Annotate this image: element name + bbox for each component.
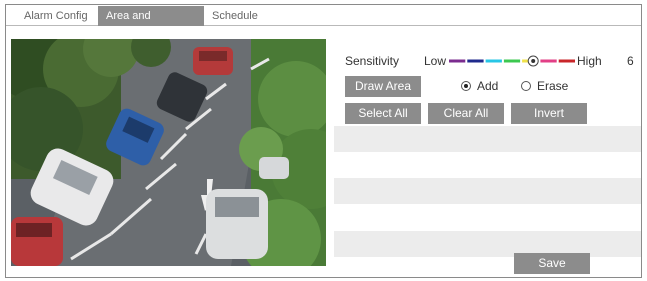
erase-radio[interactable]: Erase (521, 78, 571, 94)
slider-knob-center (531, 59, 536, 63)
draw-area-button[interactable]: Draw Area (345, 76, 421, 97)
parking-lot-image (11, 39, 326, 266)
sensitivity-slider[interactable] (448, 55, 576, 67)
add-radio-label: Add (477, 79, 499, 93)
add-radio-indicator[interactable] (461, 81, 471, 91)
tab-alarm-config[interactable]: Alarm Config (16, 6, 99, 26)
sensitivity-row: Sensitivity Low High 6 (345, 52, 645, 70)
select-all-button[interactable]: Select All (345, 103, 421, 124)
erase-radio-label: Erase (537, 79, 569, 93)
add-radio[interactable]: Add (461, 78, 501, 94)
sensitivity-label: Sensitivity (345, 54, 400, 68)
sensitivity-low-label: Low (424, 54, 447, 68)
alarm-settings-panel: Alarm Config Area and Sensitivity Schedu… (5, 4, 642, 278)
row-stripe (334, 178, 641, 204)
invert-button[interactable]: Invert (511, 103, 587, 124)
save-button[interactable]: Save (514, 253, 590, 274)
camera-preview[interactable] (11, 39, 326, 266)
tab-area-and-sensitivity[interactable]: Area and Sensitivity (98, 6, 204, 42)
sensitivity-value: 6 (627, 54, 634, 68)
tab-bar: Alarm Config Area and Sensitivity Schedu… (6, 5, 641, 42)
sensitivity-high-label: High (577, 54, 602, 68)
clear-all-button[interactable]: Clear All (428, 103, 504, 124)
row-stripe (334, 231, 641, 257)
erase-radio-indicator[interactable] (521, 81, 531, 91)
tab-schedule[interactable]: Schedule (204, 6, 268, 26)
row-stripe (334, 126, 641, 152)
